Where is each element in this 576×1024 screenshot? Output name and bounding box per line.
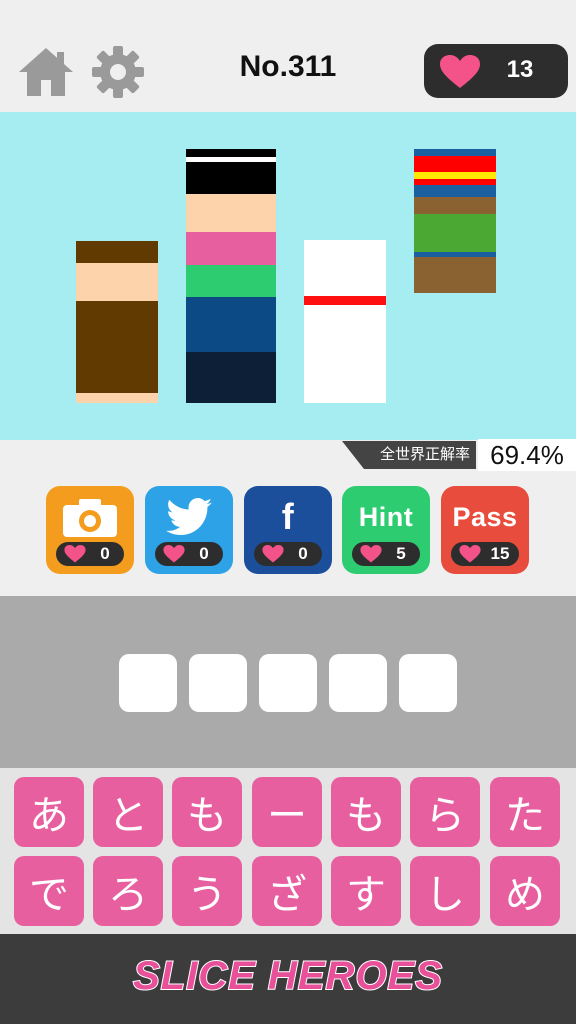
facebook-cost-value: 0 — [298, 544, 308, 563]
letter-key[interactable]: で — [14, 856, 84, 926]
heart-icon — [360, 545, 382, 563]
answer-slot[interactable] — [399, 654, 457, 712]
pass-label: Pass — [452, 501, 518, 532]
letter-key[interactable]: あ — [14, 777, 84, 847]
hint-cost-value: 5 — [396, 544, 406, 563]
accuracy-value: 69.4% — [478, 439, 576, 471]
hint-cost: 5 — [352, 542, 420, 566]
home-icon — [19, 48, 73, 96]
camera-icon — [63, 499, 117, 537]
letter-key[interactable]: ー — [252, 777, 322, 847]
facebook-button[interactable]: f 0 — [244, 486, 332, 574]
answer-slot[interactable] — [119, 654, 177, 712]
hint-button[interactable]: Hint 5 — [342, 486, 430, 574]
letter-key[interactable]: ざ — [252, 856, 322, 926]
letter-key[interactable]: と — [93, 777, 163, 847]
answer-slot[interactable] — [189, 654, 247, 712]
answer-slot[interactable] — [329, 654, 387, 712]
hearts-count: 13 — [506, 56, 534, 83]
camera-cost-value: 0 — [100, 544, 110, 563]
twitter-button[interactable]: 0 — [145, 486, 233, 574]
heart-icon — [459, 545, 481, 563]
puzzle-image — [0, 112, 576, 440]
twitter-bird-icon — [166, 498, 212, 535]
letter-key[interactable]: た — [490, 777, 560, 847]
twitter-cost: 0 — [155, 542, 223, 566]
letter-key[interactable]: う — [172, 856, 242, 926]
heart-icon — [262, 545, 284, 563]
letter-key[interactable]: ら — [410, 777, 480, 847]
game-logo: SLICE HEROES — [0, 953, 576, 999]
level-number: No.311 — [239, 50, 337, 83]
letter-key[interactable]: も — [331, 777, 401, 847]
facebook-icon: f — [281, 496, 295, 537]
twitter-cost-value: 0 — [199, 544, 209, 563]
letter-key[interactable]: す — [331, 856, 401, 926]
camera-cost: 0 — [56, 542, 124, 566]
pass-cost-value: 15 — [490, 544, 510, 563]
pass-button[interactable]: Pass 15 — [441, 486, 529, 574]
camera-button[interactable]: 0 — [46, 486, 134, 574]
accuracy-label: 全世界正解率 — [342, 441, 476, 469]
pass-cost: 15 — [451, 542, 519, 566]
answer-slot[interactable] — [259, 654, 317, 712]
letter-key[interactable]: ろ — [93, 856, 163, 926]
facebook-cost: 0 — [254, 542, 322, 566]
letter-key[interactable]: し — [410, 856, 480, 926]
logo-text: SLICE HEROES — [132, 953, 443, 999]
letter-key[interactable]: も — [172, 777, 242, 847]
gear-icon — [92, 46, 144, 98]
heart-icon — [64, 545, 86, 563]
home-button[interactable] — [16, 42, 76, 102]
hint-label: Hint — [358, 501, 414, 532]
heart-icon — [163, 545, 185, 563]
settings-button[interactable] — [88, 42, 148, 102]
letter-key[interactable]: め — [490, 856, 560, 926]
heart-icon — [440, 55, 480, 88]
